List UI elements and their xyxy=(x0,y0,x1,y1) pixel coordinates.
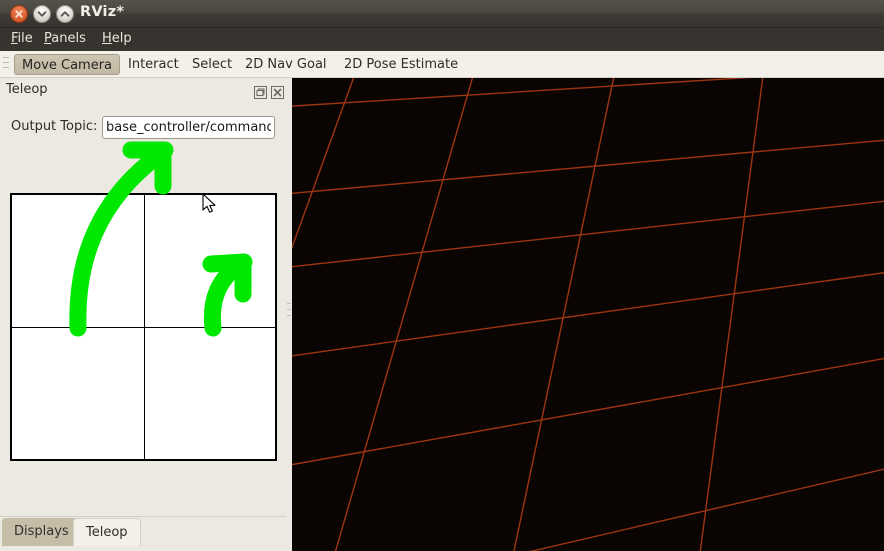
tab-bar-divider xyxy=(0,516,286,517)
menu-help-rest: elp xyxy=(111,31,132,46)
menu-item-file[interactable]: File xyxy=(7,30,37,47)
dock-tab-bar: Displays Teleop xyxy=(0,516,286,551)
tool-2d-nav-goal[interactable]: 2D Nav Goal xyxy=(238,54,334,75)
tool-move-camera[interactable]: Move Camera xyxy=(14,54,121,75)
tool-interact[interactable]: Interact xyxy=(121,54,186,75)
drag-handle-icon[interactable] xyxy=(3,57,10,73)
teleop-pad-vertical-axis xyxy=(143,195,145,459)
tool-bar: Move Camera Interact Select 2D Nav Goal … xyxy=(0,51,884,78)
tool-2d-pose-estimate[interactable]: 2D Pose Estimate xyxy=(337,54,465,75)
output-topic-row: Output Topic: xyxy=(0,116,286,140)
3d-render-view[interactable] xyxy=(292,78,884,551)
close-panel-icon[interactable] xyxy=(271,84,284,99)
window-close-button[interactable] xyxy=(10,5,28,23)
chevron-down-icon xyxy=(37,11,47,17)
float-panel-icon[interactable] xyxy=(254,84,267,99)
menu-panels-rest: anels xyxy=(51,31,86,46)
panel-title: Teleop xyxy=(6,82,48,97)
rviz-application-window: RViz* File Panels Help Move Camera Inter… xyxy=(0,0,884,551)
output-topic-label: Output Topic: xyxy=(11,119,98,134)
window-title: RViz* xyxy=(80,4,125,20)
menu-file-rest: ile xyxy=(17,31,33,46)
menu-item-help[interactable]: Help xyxy=(98,30,136,47)
window-minimize-button[interactable] xyxy=(33,5,51,23)
left-dock-panel: Teleop Output Topic: xyxy=(0,78,286,551)
teleop-pad[interactable] xyxy=(10,193,277,461)
menu-item-panels[interactable]: Panels xyxy=(40,30,90,47)
chevron-up-icon xyxy=(60,11,70,17)
menu-help-mnemonic: H xyxy=(102,31,112,46)
teleop-panel-header: Teleop xyxy=(0,82,286,102)
title-bar: RViz* xyxy=(0,0,884,28)
close-icon xyxy=(15,10,23,18)
window-maximize-button[interactable] xyxy=(56,5,74,23)
tab-teleop[interactable]: Teleop xyxy=(73,518,141,546)
tool-select[interactable]: Select xyxy=(185,54,239,75)
output-topic-input[interactable] xyxy=(102,116,275,139)
perspective-grid xyxy=(292,78,884,551)
tab-displays[interactable]: Displays xyxy=(2,518,81,546)
menu-bar: File Panels Help xyxy=(0,28,884,51)
splitter-grip-icon xyxy=(287,303,291,321)
